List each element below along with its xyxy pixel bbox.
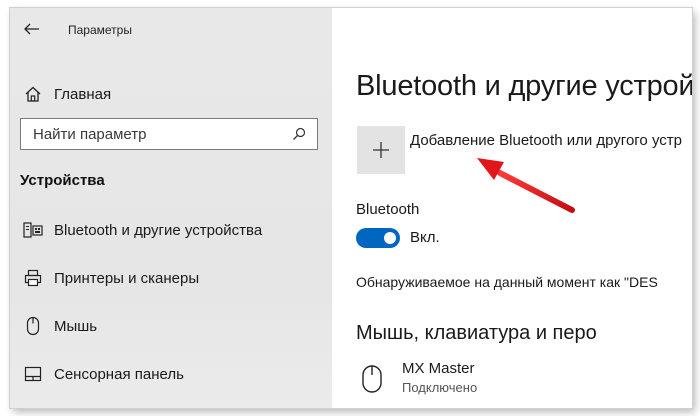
add-device-button[interactable] — [357, 126, 405, 174]
sidebar-item-bluetooth[interactable]: Bluetooth и другие устройства — [10, 210, 332, 250]
search-input[interactable] — [21, 119, 287, 149]
sidebar-item-label: Bluetooth и другие устройства — [54, 221, 263, 239]
nav-item-home[interactable]: Главная — [10, 74, 332, 114]
bluetooth-label: Bluetooth — [356, 201, 420, 218]
printer-icon — [22, 267, 44, 289]
touchpad-icon — [22, 363, 44, 385]
device-item-mx-master[interactable]: MX Master Подключено — [356, 358, 686, 408]
back-button[interactable] — [22, 20, 42, 38]
content-pane: Bluetooth и другие устрой Добавление Blu… — [332, 8, 692, 408]
mouse-icon — [362, 365, 382, 393]
sidebar-item-mouse[interactable]: Мышь — [10, 306, 332, 346]
sidebar-item-label: Сенсорная панель — [54, 365, 184, 383]
discoverable-text: Обнаруживаемое на данный момент как "DES — [356, 274, 658, 290]
sidebar-section-title: Устройства — [20, 172, 105, 189]
navigation-pane: Параметры Главная Устройства — [10, 8, 332, 408]
page-title: Bluetooth и другие устрой — [356, 70, 692, 102]
mouse-icon — [22, 315, 44, 337]
search-icon[interactable] — [287, 122, 311, 146]
sidebar-item-label: Принтеры и сканеры — [54, 269, 200, 287]
sidebar-item-printers[interactable]: Принтеры и сканеры — [10, 258, 332, 298]
section-mouse-keyboard-pen: Мышь, клавиатура и перо — [356, 322, 597, 344]
add-device-label[interactable]: Добавление Bluetooth или другого устр — [410, 132, 682, 149]
app-title: Параметры — [68, 23, 132, 37]
device-status: Подключено — [402, 380, 478, 395]
sidebar-item-touchpad[interactable]: Сенсорная панель — [10, 354, 332, 394]
bluetooth-toggle[interactable] — [356, 228, 400, 248]
search-box[interactable] — [20, 118, 318, 150]
arrow-left-icon — [24, 23, 39, 35]
plus-icon — [373, 142, 389, 158]
nav-item-home-label: Главная — [54, 85, 112, 103]
toggle-knob — [384, 232, 396, 244]
sidebar-item-label: Мышь — [54, 317, 98, 335]
bluetooth-state: Вкл. — [410, 229, 440, 246]
device-name: MX Master — [402, 360, 475, 377]
title-bar: Параметры — [10, 8, 332, 50]
home-icon — [22, 83, 44, 105]
devices-icon — [22, 219, 44, 241]
settings-window: Параметры Главная Устройства — [10, 8, 692, 408]
